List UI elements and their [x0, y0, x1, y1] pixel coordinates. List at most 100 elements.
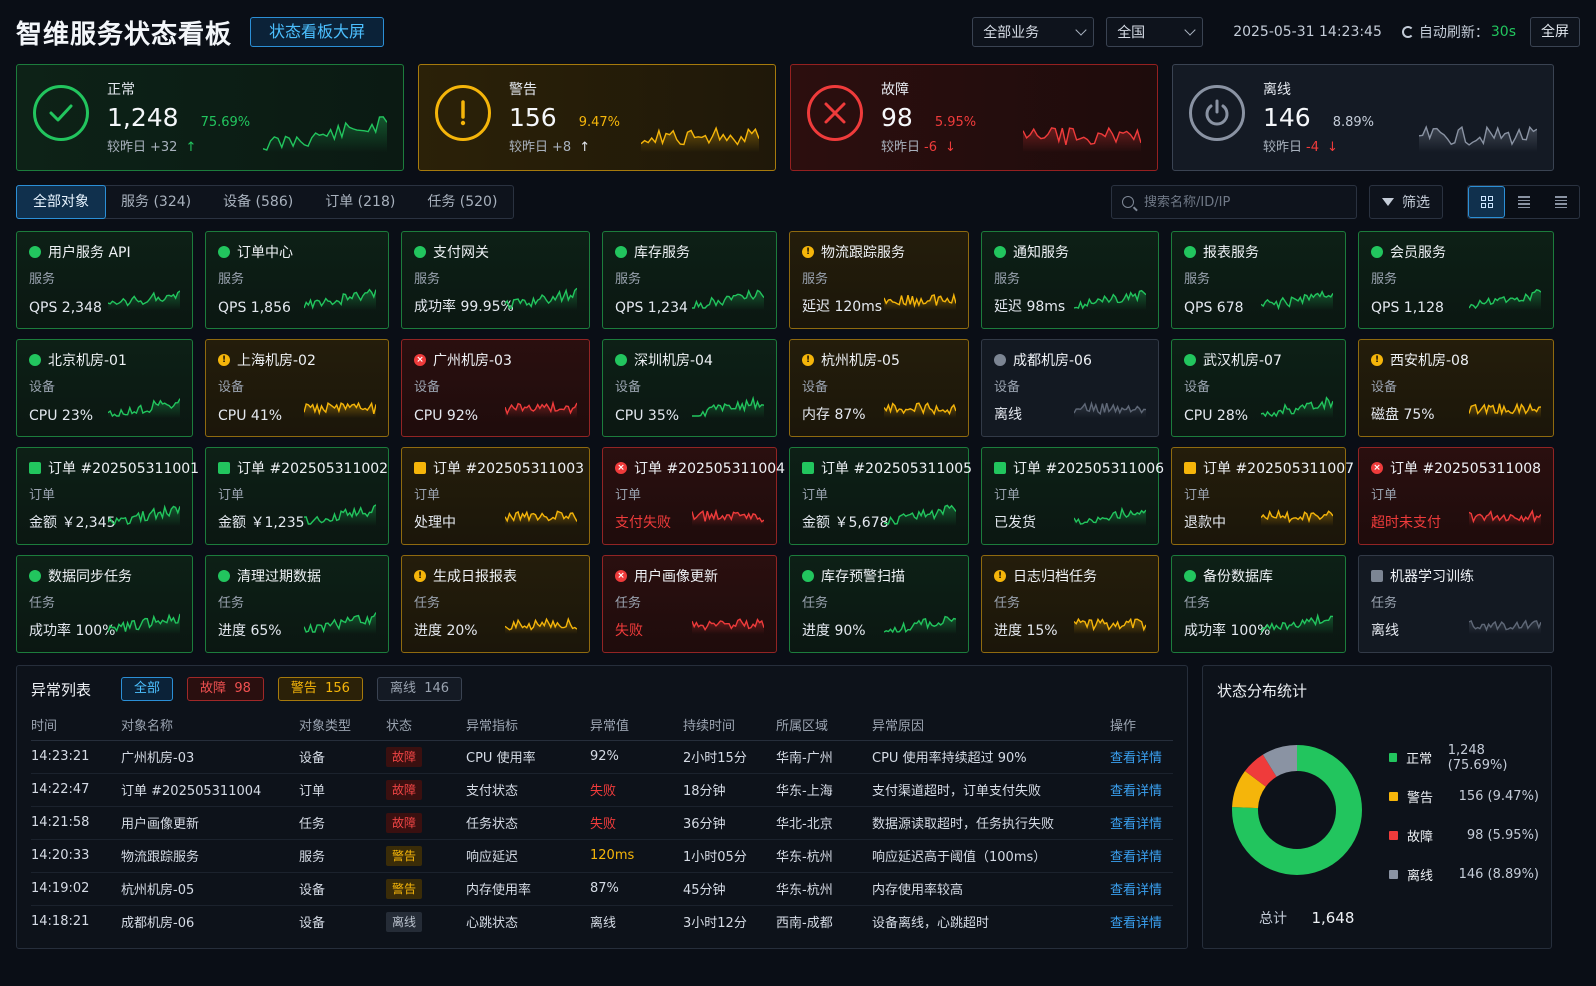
- compact-view-button[interactable]: [1542, 186, 1579, 218]
- object-card[interactable]: 深圳机房-04 设备 CPU 35%: [602, 339, 777, 437]
- object-card[interactable]: 北京机房-01 设备 CPU 23%: [16, 339, 193, 437]
- tab-2[interactable]: 设备 (586): [207, 186, 309, 218]
- cell-object-type: 设备: [299, 872, 386, 906]
- object-trend: [303, 502, 377, 530]
- view-details-link[interactable]: 查看详情: [1110, 850, 1162, 865]
- summary-card-err[interactable]: 故障 98 5.95% 较昨日 -6 ↓: [790, 64, 1158, 171]
- business-select[interactable]: 全部业务: [972, 17, 1095, 47]
- object-card[interactable]: 订单 #202505311007 订单 退款中: [1171, 447, 1354, 545]
- summary-card-off[interactable]: 离线 146 8.89% 较昨日 -4 ↓: [1172, 64, 1554, 171]
- view-details-link[interactable]: 查看详情: [1110, 916, 1162, 931]
- object-trend: [107, 286, 181, 314]
- object-card[interactable]: ! 杭州机房-05 设备 内存 87%: [789, 339, 969, 437]
- object-card[interactable]: 成都机房-06 设备 离线: [981, 339, 1159, 437]
- status-ok-indicator: [802, 462, 814, 474]
- column-header: 时间: [31, 710, 121, 741]
- status-warning-icon: !: [802, 246, 814, 258]
- object-metric: QPS 1,128: [1371, 300, 1444, 316]
- object-card[interactable]: × 用户画像更新 任务 失败: [602, 555, 777, 653]
- object-card[interactable]: 清理过期数据 任务 进度 65%: [205, 555, 389, 653]
- object-card[interactable]: 订单 #202505311001 订单 金额 ￥2,345: [16, 447, 199, 545]
- object-card[interactable]: × 订单 #202505311004 订单 支付失败: [602, 447, 785, 545]
- object-type: 服务: [414, 272, 441, 287]
- tab-3[interactable]: 订单 (218): [309, 186, 411, 218]
- object-card[interactable]: 订单 #202505311002 订单 金额 ￥1,235: [205, 447, 389, 545]
- object-type: 设备: [994, 380, 1021, 395]
- object-trend: [1260, 610, 1334, 638]
- chip-fault[interactable]: 故障 98: [187, 677, 264, 701]
- object-card[interactable]: ! 物流跟踪服务 服务 延迟 120ms: [789, 231, 969, 329]
- object-trend: [504, 502, 578, 530]
- search-box[interactable]: [1111, 185, 1357, 219]
- filter-button[interactable]: 筛选: [1369, 185, 1443, 219]
- tab-1[interactable]: 服务 (324): [105, 186, 207, 218]
- chip-offline[interactable]: 离线 146: [376, 677, 463, 701]
- cell-object-type: 订单: [299, 773, 386, 807]
- object-card[interactable]: 订单中心 服务 QPS 1,856: [205, 231, 389, 329]
- cell-value: 87%: [590, 872, 683, 906]
- legend-swatch: [1389, 870, 1398, 879]
- search-input[interactable]: [1144, 194, 1334, 210]
- object-type: 订单: [802, 488, 829, 503]
- object-metric: 内存 87%: [802, 407, 866, 423]
- trend-sparkline: [883, 615, 957, 634]
- object-trend: [1260, 394, 1334, 422]
- status-error-icon: ×: [414, 354, 426, 366]
- legend-value: 156 (9.47%): [1458, 789, 1539, 804]
- object-name: 机器学习训练: [1390, 569, 1474, 585]
- object-card[interactable]: 报表服务 服务 QPS 678: [1171, 231, 1346, 329]
- list-view-button[interactable]: [1505, 186, 1542, 218]
- object-metric: CPU 35%: [615, 408, 680, 424]
- column-header: 持续时间: [683, 710, 776, 741]
- object-card[interactable]: 库存服务 服务 QPS 1,234: [602, 231, 777, 329]
- big-screen-button[interactable]: 状态看板大屏: [250, 17, 385, 47]
- object-card[interactable]: 通知服务 服务 延迟 98ms: [981, 231, 1159, 329]
- object-metric: 金额 ￥1,235: [218, 515, 305, 531]
- tab-4[interactable]: 任务 (520): [411, 186, 513, 218]
- fullscreen-button[interactable]: 全屏: [1530, 17, 1580, 47]
- object-card[interactable]: 库存预警扫描 任务 进度 90%: [789, 555, 969, 653]
- object-card[interactable]: ! 西安机房-08 设备 磁盘 75%: [1358, 339, 1554, 437]
- object-card[interactable]: 备份数据库 任务 成功率 100%: [1171, 555, 1346, 653]
- view-details-link[interactable]: 查看详情: [1110, 751, 1162, 766]
- tab-0[interactable]: 全部对象: [16, 185, 106, 219]
- object-metric: CPU 41%: [218, 408, 283, 424]
- object-trend: [1468, 502, 1542, 530]
- object-card[interactable]: × 订单 #202505311008 订单 超时未支付: [1358, 447, 1554, 545]
- summary-card-warn[interactable]: 警告 156 9.47% 较昨日 +8 ↑: [418, 64, 776, 171]
- object-trend: [303, 394, 377, 422]
- object-card[interactable]: 订单 #202505311003 订单 处理中: [401, 447, 590, 545]
- object-card[interactable]: 机器学习训练 任务 离线: [1358, 555, 1554, 653]
- grid-view-button[interactable]: [1468, 186, 1505, 218]
- view-details-link[interactable]: 查看详情: [1110, 817, 1162, 832]
- chip-fault-count: 98: [234, 681, 251, 696]
- summary-card-ok[interactable]: 正常 1,248 75.69% 较昨日 +32 ↑: [16, 64, 404, 171]
- object-card[interactable]: 支付网关 服务 成功率 99.95%: [401, 231, 590, 329]
- object-card[interactable]: 数据同步任务 任务 成功率 100%: [16, 555, 193, 653]
- object-card[interactable]: ! 上海机房-02 设备 CPU 41%: [205, 339, 389, 437]
- chip-warning[interactable]: 警告 156: [277, 677, 363, 701]
- chip-all[interactable]: 全部: [121, 677, 174, 701]
- auto-refresh-toggle[interactable]: 自动刷新： 30s: [1401, 22, 1516, 42]
- view-details-link[interactable]: 查看详情: [1110, 883, 1162, 898]
- object-card[interactable]: ! 日志归档任务 任务 进度 15%: [981, 555, 1159, 653]
- trend-sparkline: [883, 292, 957, 310]
- compare-delta: -4: [1306, 140, 1319, 155]
- distribution-panel: 状态分布统计 正常 1,248 (75.69%) 警告 156 (9.47%) 故障 98…: [1202, 665, 1552, 949]
- object-card[interactable]: 武汉机房-07 设备 CPU 28%: [1171, 339, 1346, 437]
- legend-value: 1,248 (75.69%): [1447, 742, 1508, 773]
- object-card[interactable]: ! 生成日报报表 任务 进度 20%: [401, 555, 590, 653]
- bottom-panels: 异常列表 全部 故障 98 警告 156 离线 146 时间 对象名称 对象类型…: [16, 665, 1580, 949]
- trend-sparkline: [691, 618, 765, 634]
- object-card[interactable]: 用户服务 API 服务 QPS 2,348: [16, 231, 193, 329]
- object-type: 服务: [218, 272, 245, 287]
- object-card-header: 成都机房-06: [994, 350, 1146, 370]
- view-details-link[interactable]: 查看详情: [1110, 784, 1162, 799]
- object-card[interactable]: 订单 #202505311005 订单 金额 ￥5,678: [789, 447, 972, 545]
- cell-duration: 2小时15分: [683, 740, 776, 774]
- summary-trend: [1418, 112, 1538, 156]
- region-select[interactable]: 全国: [1106, 17, 1204, 47]
- object-card[interactable]: 会员服务 服务 QPS 1,128: [1358, 231, 1554, 329]
- object-card[interactable]: 订单 #202505311006 订单 已发货: [981, 447, 1164, 545]
- object-card[interactable]: × 广州机房-03 设备 CPU 92%: [401, 339, 590, 437]
